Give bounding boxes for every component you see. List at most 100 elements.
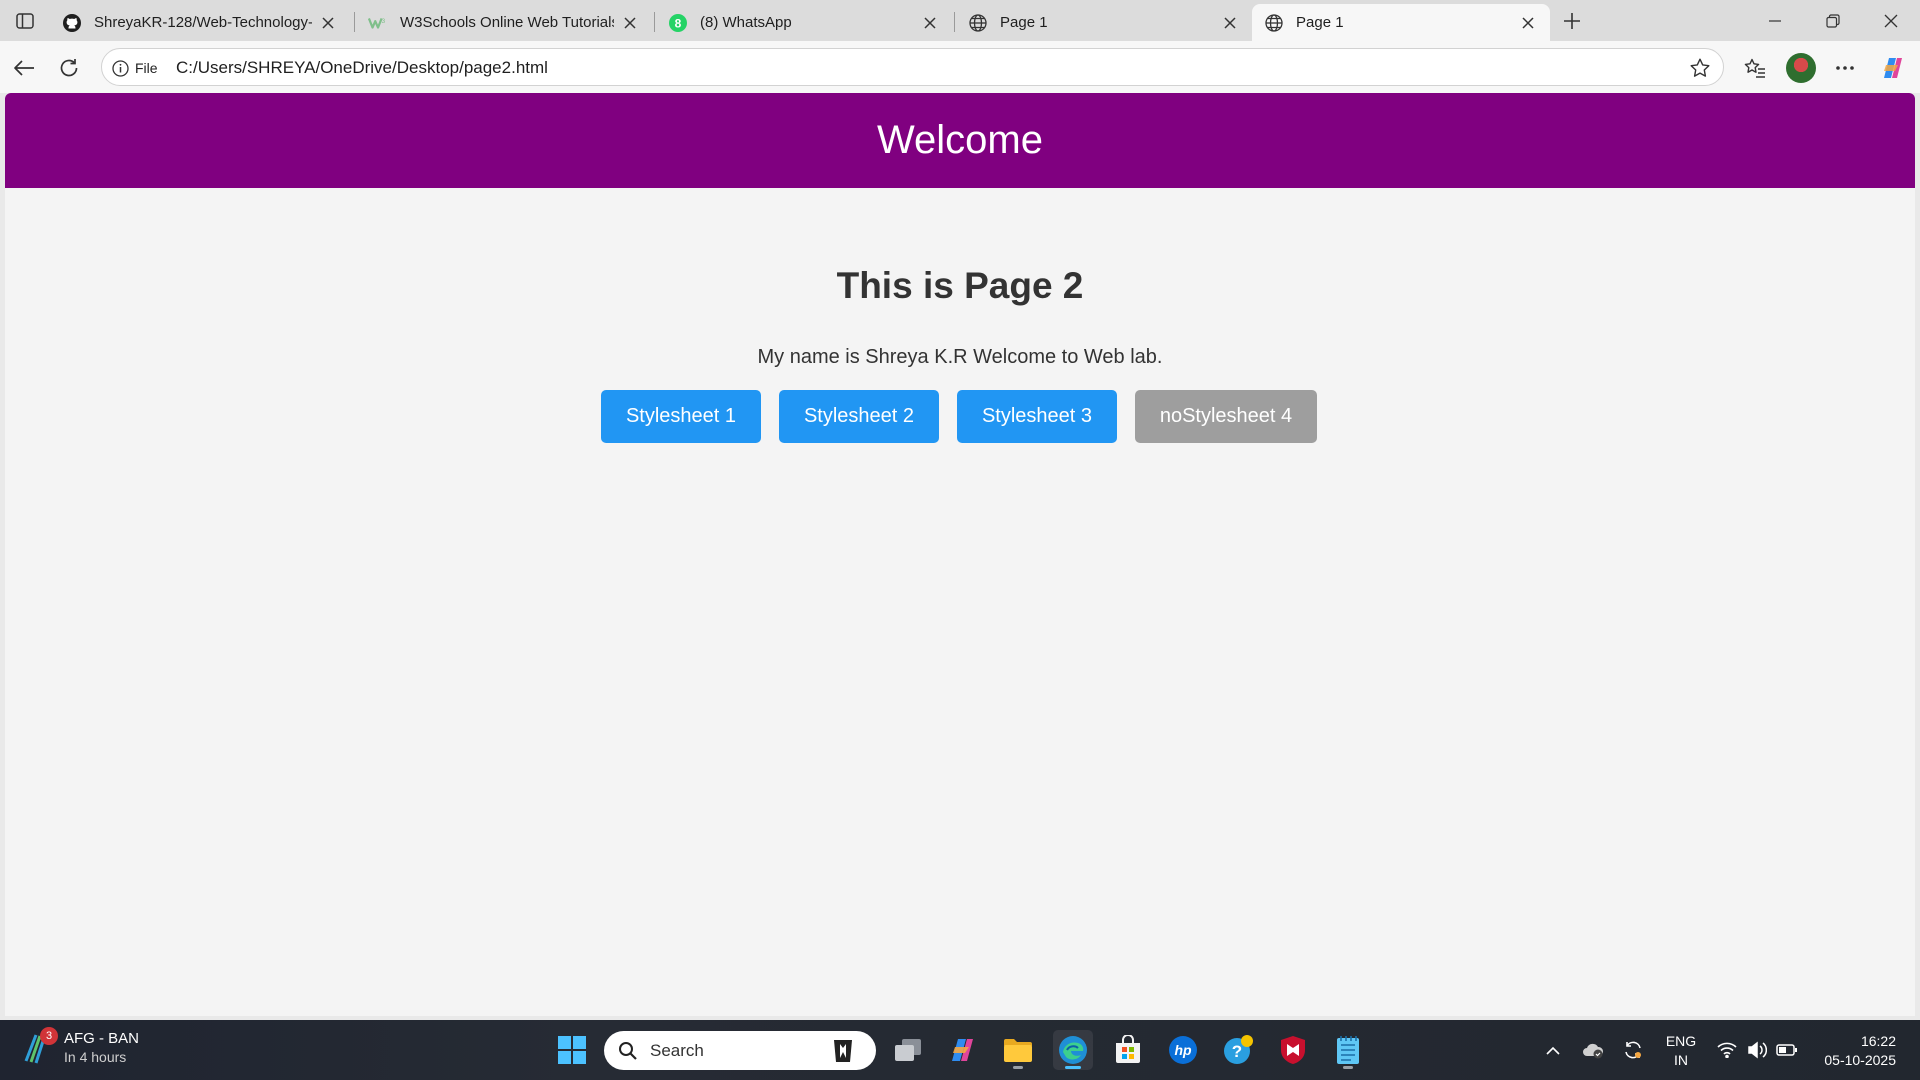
battery-icon xyxy=(1776,1044,1797,1056)
globe-icon xyxy=(968,13,988,33)
show-hidden-icons-button[interactable] xyxy=(1541,1030,1565,1070)
new-tab-button[interactable] xyxy=(1556,8,1588,34)
chevron-up-icon xyxy=(1546,1046,1560,1055)
tab-title: W3Schools Online Web Tutorials xyxy=(400,14,614,31)
cricket-icon: 3 xyxy=(22,1027,58,1065)
tab-page1-active[interactable]: Page 1 xyxy=(1252,4,1550,41)
language-code: ENG xyxy=(1665,1033,1697,1049)
help-button[interactable]: ? xyxy=(1218,1030,1258,1070)
stylesheet-3-button[interactable]: Stylesheet 3 xyxy=(957,390,1117,443)
close-tab-icon[interactable] xyxy=(1518,13,1538,33)
close-tab-icon[interactable] xyxy=(1220,13,1240,33)
copilot-icon xyxy=(1884,58,1902,78)
sync-status[interactable] xyxy=(1618,1030,1648,1070)
wifi-status[interactable] xyxy=(1714,1030,1740,1070)
tab-separator xyxy=(654,12,655,32)
running-indicator xyxy=(1343,1066,1353,1069)
close-tab-icon[interactable] xyxy=(620,13,640,33)
hp-button[interactable]: hp xyxy=(1163,1030,1203,1070)
tab-github[interactable]: ShreyaKR-128/Web-Technology-C xyxy=(50,4,350,41)
task-view-icon xyxy=(895,1039,921,1061)
favorite-star-icon[interactable] xyxy=(1689,57,1711,79)
windows-start-icon xyxy=(558,1036,586,1064)
notification-badge: 3 xyxy=(40,1027,58,1045)
minimize-button[interactable] xyxy=(1746,0,1804,41)
widget-title: AFG - BAN xyxy=(64,1030,140,1047)
browser-toolbar: File C:/Users/SHREYA/OneDrive/Desktop/pa… xyxy=(0,41,1920,93)
task-view-button[interactable] xyxy=(888,1030,928,1070)
page-heading: This is Page 2 xyxy=(836,265,1084,306)
back-arrow-icon xyxy=(14,60,34,76)
header-title: Welcome xyxy=(877,118,1043,162)
minimize-icon xyxy=(1769,19,1781,22)
onedrive-status[interactable] xyxy=(1578,1030,1608,1070)
tab-title: ShreyaKR-128/Web-Technology-C xyxy=(94,14,312,31)
active-indicator xyxy=(1065,1066,1081,1069)
battery-status[interactable] xyxy=(1774,1030,1800,1070)
file-explorer-button[interactable] xyxy=(998,1030,1038,1070)
svg-text:3: 3 xyxy=(382,18,386,25)
volume-status[interactable] xyxy=(1744,1030,1770,1070)
close-tab-icon[interactable] xyxy=(920,13,940,33)
copilot-button[interactable] xyxy=(1876,51,1910,85)
svg-text:hp: hp xyxy=(1174,1042,1192,1058)
running-indicator xyxy=(1013,1066,1023,1069)
close-tab-icon[interactable] xyxy=(318,13,338,33)
favorites-button[interactable] xyxy=(1738,51,1772,85)
page-viewport: Welcome This is Page 2 My name is Shreya… xyxy=(5,93,1915,1016)
restore-icon xyxy=(1826,13,1840,28)
edge-icon xyxy=(1059,1036,1087,1064)
copilot-taskbar-button[interactable] xyxy=(943,1030,983,1070)
search-highlight-icon xyxy=(834,1040,852,1062)
tab-title: Page 1 xyxy=(1000,14,1048,31)
refresh-icon xyxy=(60,59,78,77)
tab-actions-icon xyxy=(16,13,34,29)
hp-icon: hp xyxy=(1169,1036,1197,1064)
more-menu-button[interactable] xyxy=(1828,51,1862,85)
wifi-icon xyxy=(1717,1042,1737,1058)
site-info-button[interactable]: File xyxy=(112,57,158,79)
tab-whatsapp[interactable]: 8 (8) WhatsApp xyxy=(656,4,952,41)
tab-separator xyxy=(354,12,355,32)
search-icon xyxy=(619,1041,637,1060)
profile-avatar[interactable] xyxy=(1786,53,1816,83)
start-button[interactable] xyxy=(552,1030,592,1070)
notepad-button[interactable] xyxy=(1328,1030,1368,1070)
tab-strip: ShreyaKR-128/Web-Technology-C 3 W3School… xyxy=(0,0,1920,41)
restore-button[interactable] xyxy=(1804,0,1862,41)
input-language[interactable]: ENG IN xyxy=(1660,1032,1702,1070)
system-clock[interactable]: 16:22 05-10-2025 xyxy=(1812,1032,1896,1070)
help-icon: ? xyxy=(1224,1035,1253,1064)
weather-widget[interactable]: 3 AFG - BAN In 4 hours xyxy=(22,1027,140,1067)
site-info-label: File xyxy=(135,60,158,76)
refresh-button[interactable] xyxy=(52,51,86,85)
mcafee-shield-icon xyxy=(1281,1036,1305,1064)
plus-icon xyxy=(1564,13,1580,29)
tab-separator xyxy=(954,12,955,32)
close-icon xyxy=(1884,14,1898,27)
store-icon xyxy=(1116,1035,1140,1063)
store-button[interactable] xyxy=(1108,1030,1148,1070)
taskbar: 3 AFG - BAN In 4 hours Search hp ? ENG I… xyxy=(0,1020,1920,1080)
stylesheet-1-button[interactable]: Stylesheet 1 xyxy=(601,390,761,443)
tab-w3schools[interactable]: 3 W3Schools Online Web Tutorials xyxy=(356,4,652,41)
tab-page1[interactable]: Page 1 xyxy=(956,4,1252,41)
back-button[interactable] xyxy=(7,51,41,85)
close-window-button[interactable] xyxy=(1862,0,1920,41)
taskbar-search[interactable]: Search xyxy=(604,1031,876,1070)
address-bar[interactable]: File C:/Users/SHREYA/OneDrive/Desktop/pa… xyxy=(101,48,1724,86)
w3schools-icon: 3 xyxy=(368,13,388,33)
region-code: IN xyxy=(1674,1052,1688,1068)
site-header: Welcome xyxy=(5,93,1915,188)
stylesheet-2-button[interactable]: Stylesheet 2 xyxy=(779,390,939,443)
copilot-app-icon xyxy=(952,1039,973,1061)
speaker-icon xyxy=(1748,1041,1767,1059)
tab-actions-button[interactable] xyxy=(10,8,40,34)
mcafee-button[interactable] xyxy=(1273,1030,1313,1070)
edge-button[interactable] xyxy=(1053,1030,1093,1070)
whatsapp-icon: 8 xyxy=(668,13,688,33)
nostylesheet-4-button[interactable]: noStylesheet 4 xyxy=(1135,390,1317,443)
info-icon xyxy=(112,59,129,77)
url-text[interactable]: C:/Users/SHREYA/OneDrive/Desktop/page2.h… xyxy=(176,58,548,78)
widget-subtitle: In 4 hours xyxy=(64,1049,127,1065)
